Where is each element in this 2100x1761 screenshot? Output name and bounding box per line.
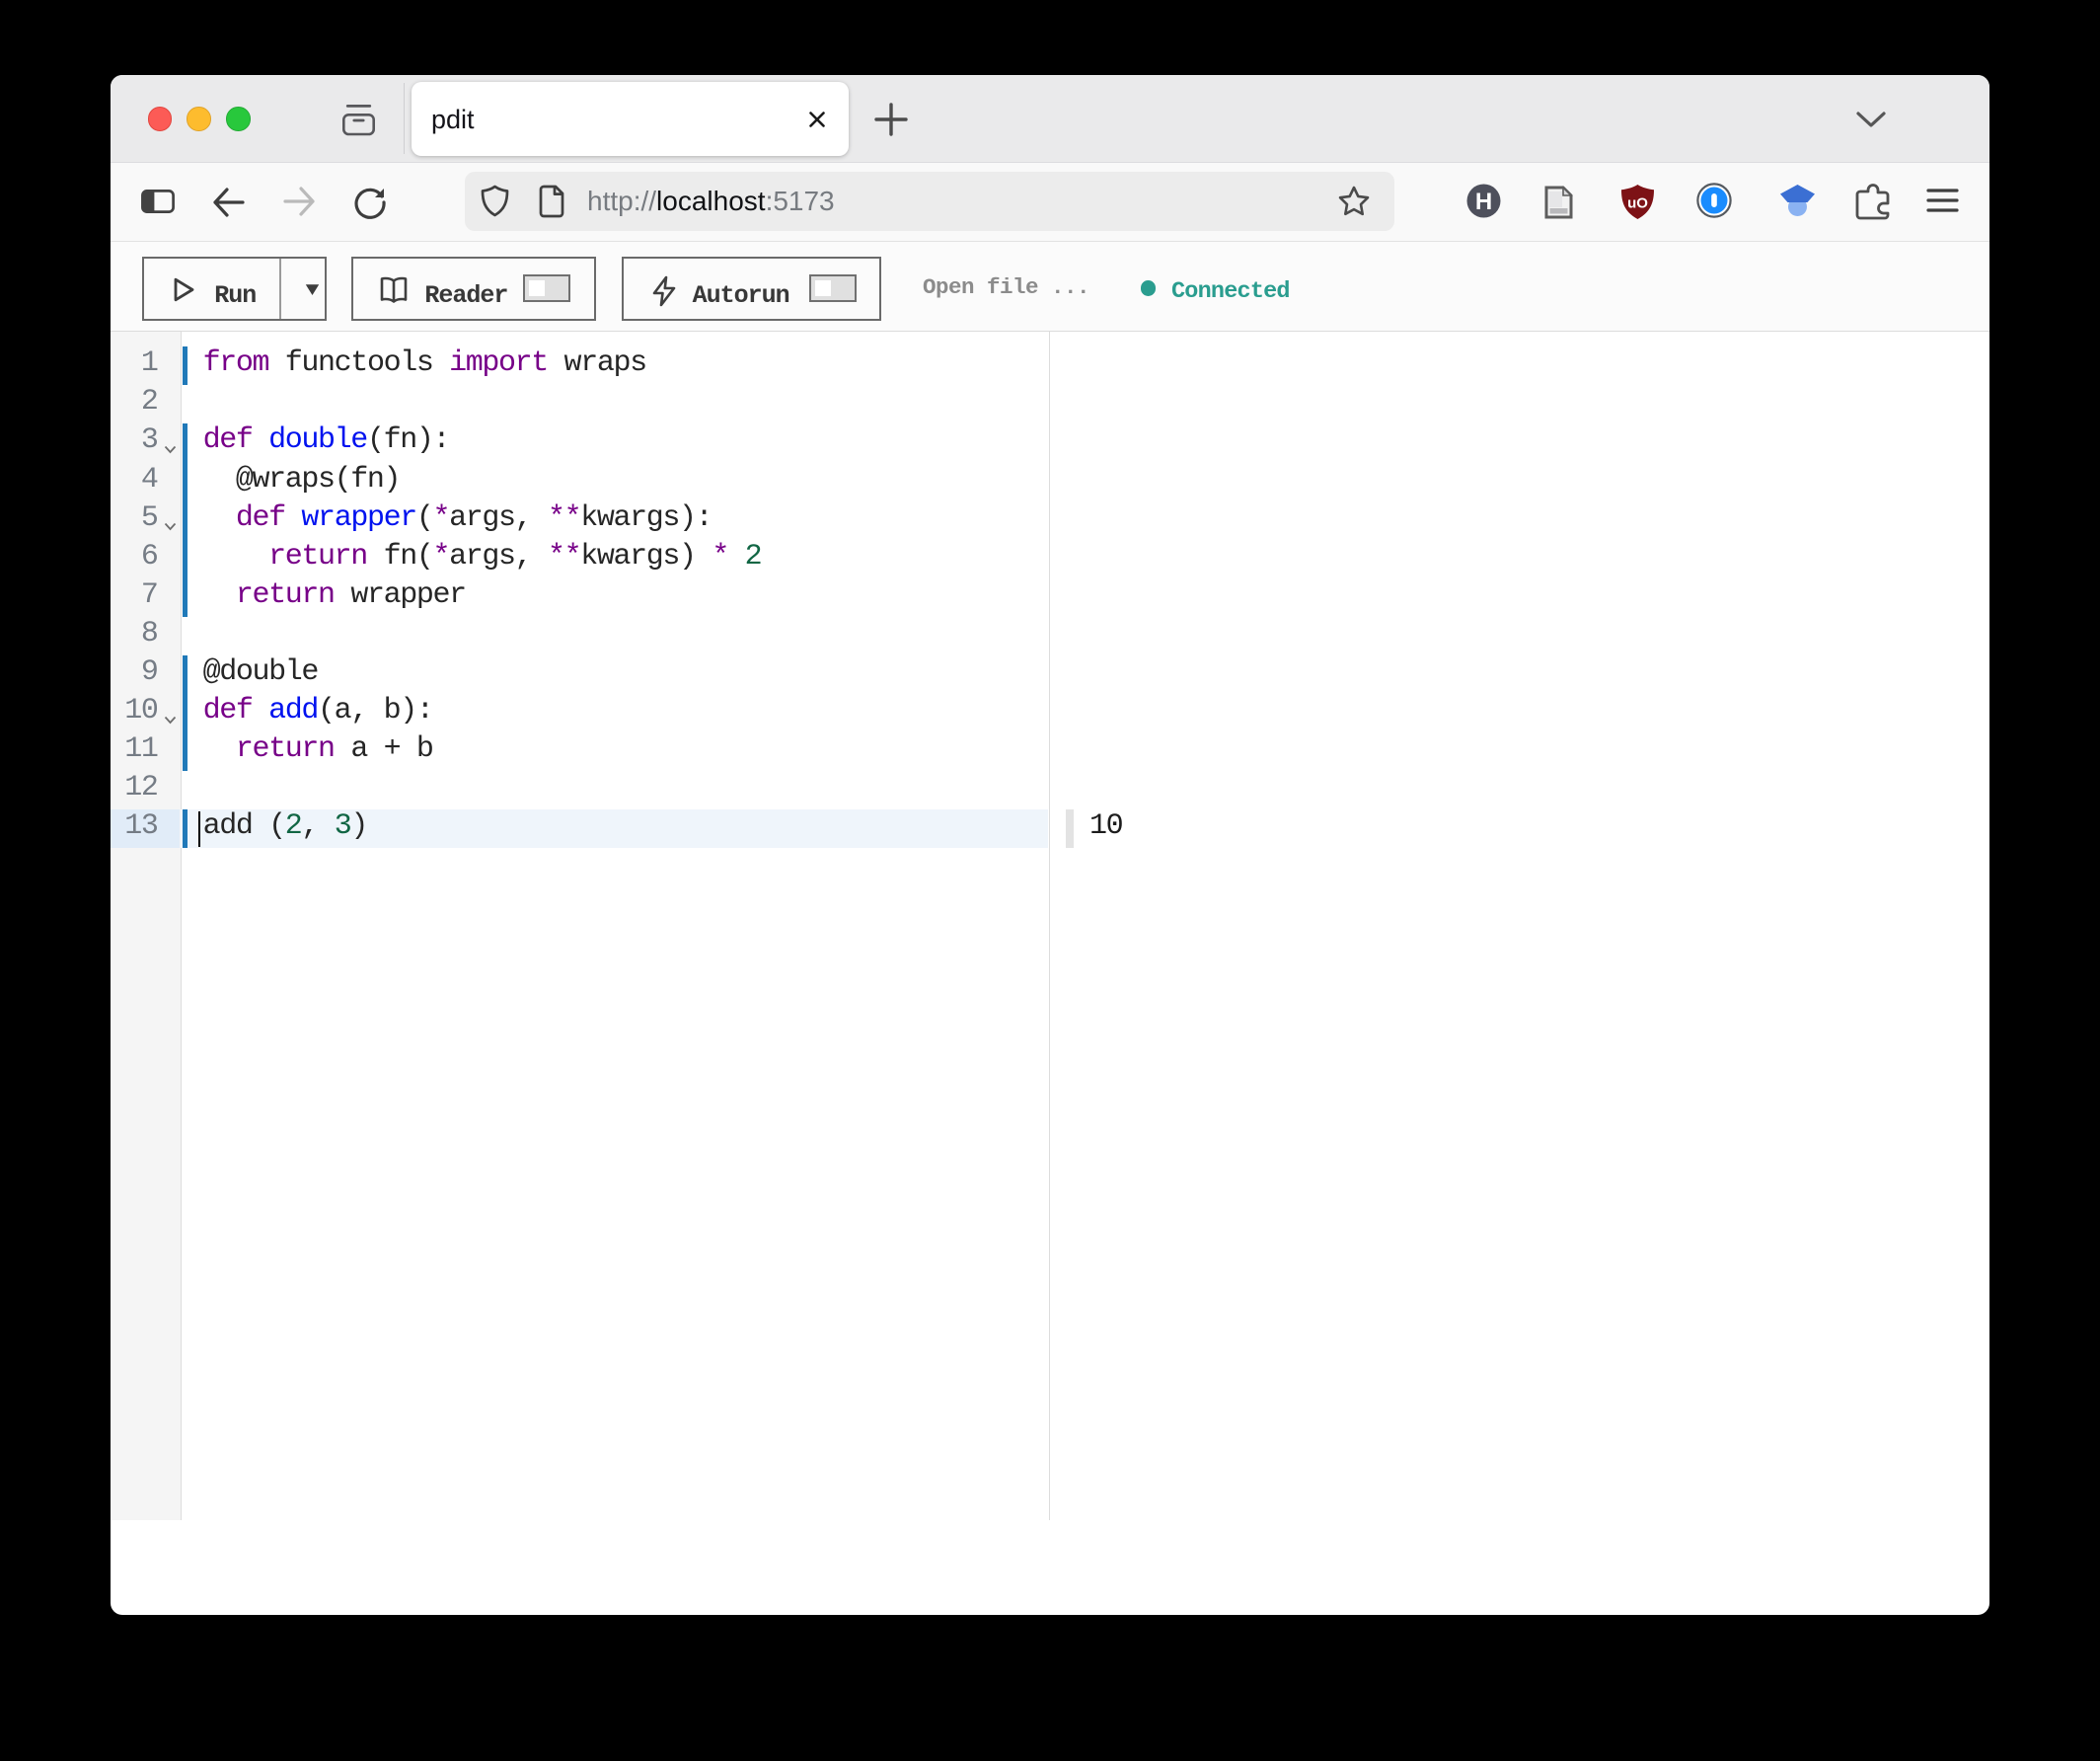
svg-text:H: H xyxy=(1475,189,1492,215)
svg-text:uO: uO xyxy=(1627,194,1648,211)
